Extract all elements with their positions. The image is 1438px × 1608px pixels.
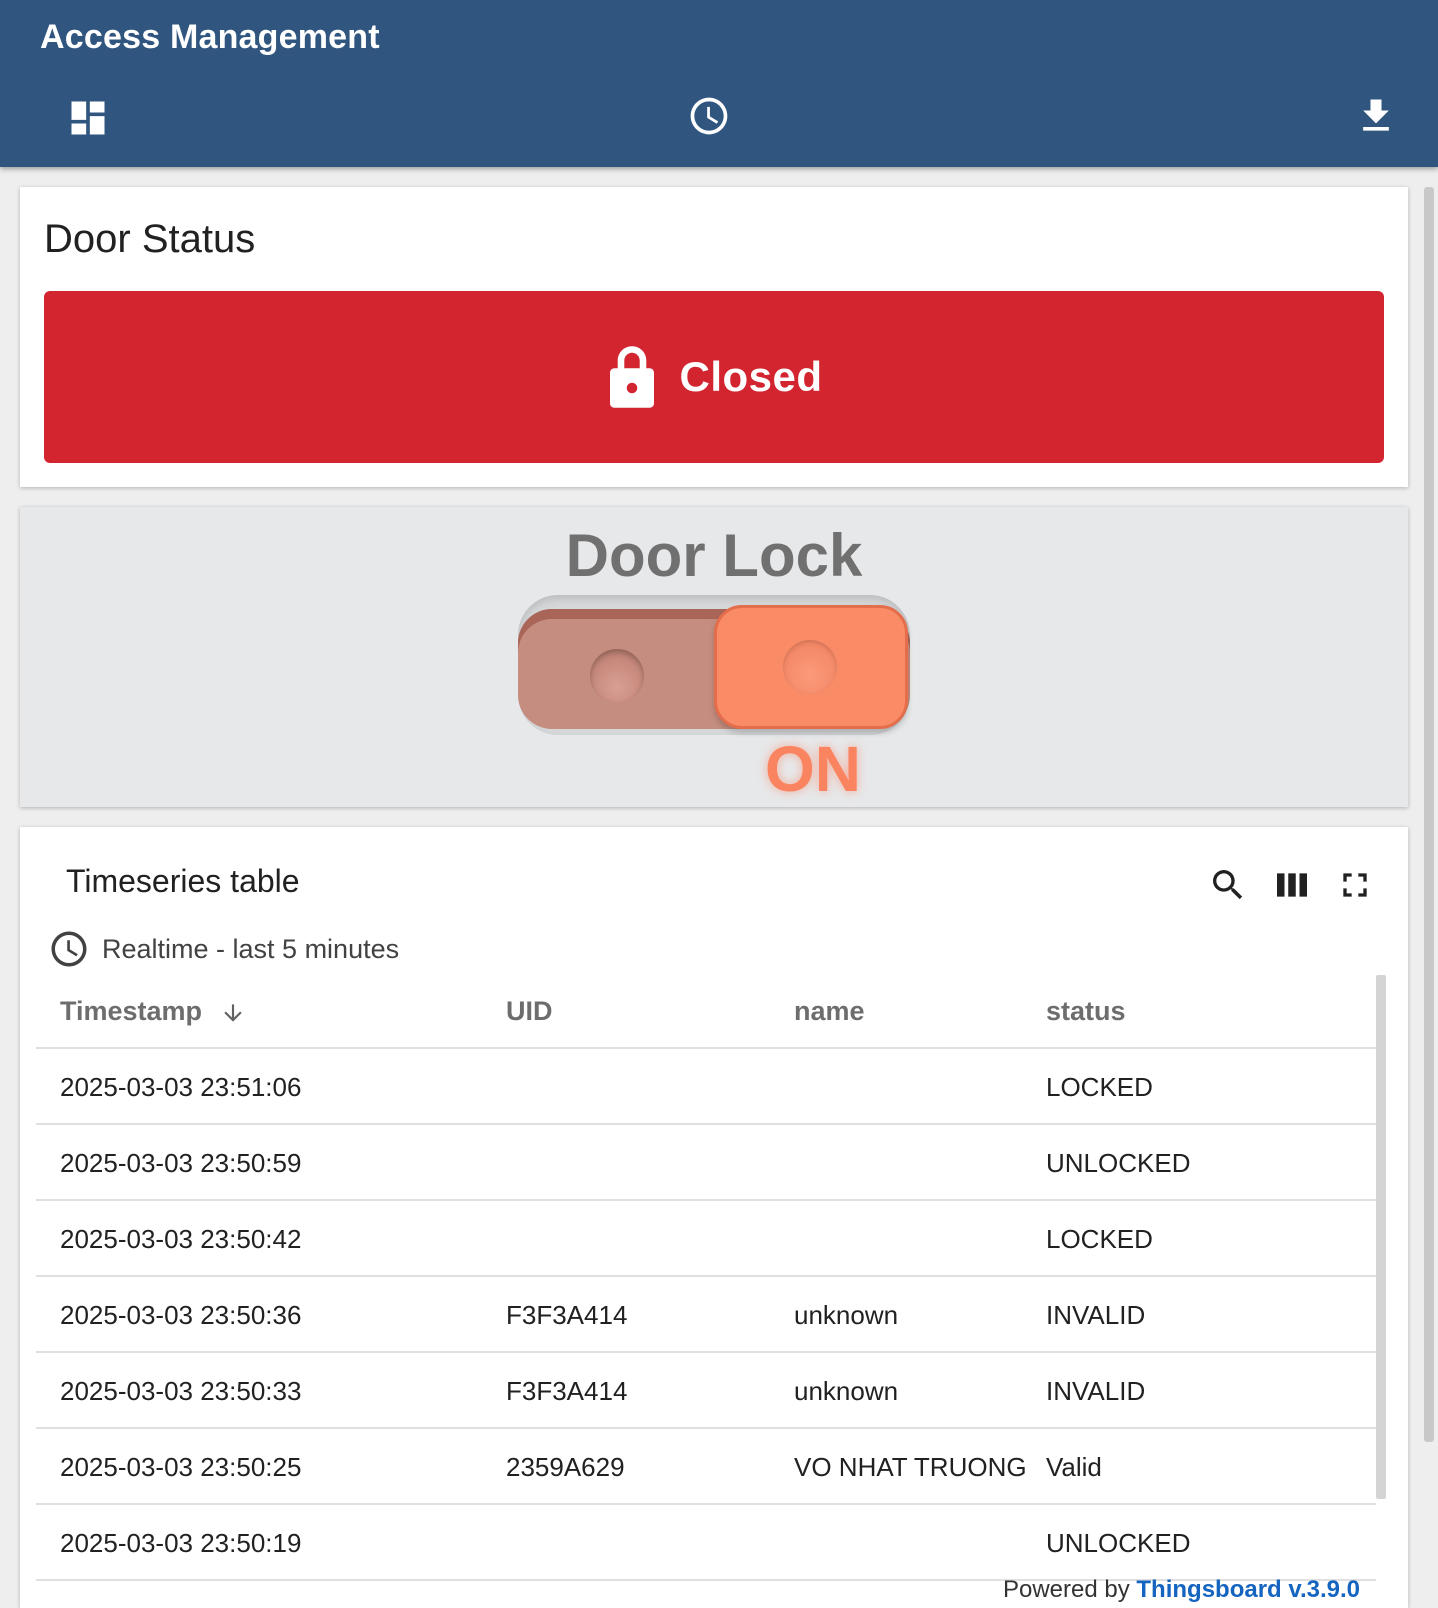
door-status-card: Door Status Closed: [20, 187, 1408, 487]
timeseries-table-card: Timeseries table Realtime - last 5 minut…: [20, 827, 1408, 1608]
toggle-off-knob: [590, 649, 644, 703]
columns-icon[interactable]: [1272, 865, 1312, 905]
footer-prefix: Powered by: [1002, 1576, 1130, 1603]
cell-uid: F3F3A414: [506, 1376, 628, 1406]
column-header-timestamp[interactable]: Timestamp: [60, 973, 246, 1049]
door-status-banner: Closed: [44, 291, 1384, 463]
cell-uid: 2359A629: [506, 1452, 625, 1482]
column-header-status[interactable]: status: [1046, 973, 1126, 1049]
fullscreen-icon[interactable]: [1335, 865, 1375, 905]
table-row[interactable]: 2025-03-03 23:50:19 UNLOCKED: [36, 1505, 1376, 1581]
download-icon[interactable]: [1354, 94, 1398, 138]
cell-uid: F3F3A414: [506, 1300, 628, 1330]
lock-icon: [610, 346, 655, 408]
cell-timestamp: 2025-03-03 23:50:59: [60, 1148, 302, 1178]
cell-status: LOCKED: [1046, 1072, 1153, 1102]
table-row[interactable]: 2025-03-03 23:50:59 UNLOCKED: [36, 1125, 1376, 1201]
table-title: Timeseries table: [66, 863, 300, 899]
cell-timestamp: 2025-03-03 23:50:36: [60, 1300, 302, 1330]
table-row[interactable]: 2025-03-03 23:50:42 LOCKED: [36, 1201, 1376, 1277]
top-toolbar: Access Management: [0, 0, 1438, 167]
timeseries-table: Timestamp UID name status 2025-03-03 23:…: [36, 973, 1376, 1581]
clock-icon: [51, 931, 87, 967]
cell-timestamp: 2025-03-03 23:50:42: [60, 1224, 302, 1254]
cell-timestamp: 2025-03-03 23:50:33: [60, 1376, 302, 1406]
table-row[interactable]: 2025-03-03 23:50:25 2359A629 VO NHAT TRU…: [36, 1429, 1376, 1505]
cell-timestamp: 2025-03-03 23:50:19: [60, 1528, 302, 1558]
cell-status: INVALID: [1046, 1376, 1146, 1406]
history-icon[interactable]: [687, 94, 731, 138]
cell-timestamp: 2025-03-03 23:50:25: [60, 1452, 302, 1482]
table-row[interactable]: 2025-03-03 23:51:06 LOCKED: [36, 1049, 1376, 1125]
cell-name: unknown: [794, 1376, 899, 1406]
cell-status: Valid: [1046, 1452, 1102, 1482]
door-lock-toggle[interactable]: [518, 595, 910, 735]
arrow-down-icon: [223, 1004, 242, 1022]
thingsboard-link[interactable]: Thingsboard v.3.9.0: [1136, 1576, 1360, 1603]
column-header-uid[interactable]: UID: [506, 973, 553, 1049]
cell-status: UNLOCKED: [1046, 1148, 1191, 1178]
cell-name: VO NHAT TRUONG: [794, 1452, 1027, 1482]
toggle-thumb[interactable]: [714, 605, 908, 729]
door-lock-state-label: ON: [765, 733, 861, 805]
page-scrollbar[interactable]: [1424, 187, 1434, 1442]
table-row[interactable]: 2025-03-03 23:50:33 F3F3A414 unknown INV…: [36, 1353, 1376, 1429]
door-status-title: Door Status: [44, 217, 256, 261]
door-lock-card: Door Lock ON: [20, 507, 1408, 807]
powered-by-footer: Powered by Thingsboard v.3.9.0: [1003, 1576, 1360, 1604]
table-row[interactable]: 2025-03-03 23:50:36 F3F3A414 unknown INV…: [36, 1277, 1376, 1353]
table-header-row: Timestamp UID name status: [36, 973, 1376, 1049]
timewindow-label: Realtime - last 5 minutes: [102, 933, 400, 964]
cell-status: INVALID: [1046, 1300, 1146, 1330]
cell-status: UNLOCKED: [1046, 1528, 1191, 1558]
search-icon[interactable]: [1208, 865, 1248, 905]
column-header-name[interactable]: name: [794, 973, 865, 1049]
toggle-on-knob: [783, 640, 837, 694]
table-scrollbar[interactable]: [1376, 975, 1386, 1499]
cell-status: LOCKED: [1046, 1224, 1153, 1254]
timewindow-selector[interactable]: Realtime - last 5 minutes: [48, 927, 399, 971]
cell-name: unknown: [794, 1300, 899, 1330]
cell-timestamp: 2025-03-03 23:51:06: [60, 1072, 302, 1102]
dashboard-icon[interactable]: [66, 96, 110, 140]
door-status-value: Closed: [679, 353, 823, 400]
door-lock-title: Door Lock: [565, 522, 863, 589]
app-title: Access Management: [40, 18, 380, 56]
